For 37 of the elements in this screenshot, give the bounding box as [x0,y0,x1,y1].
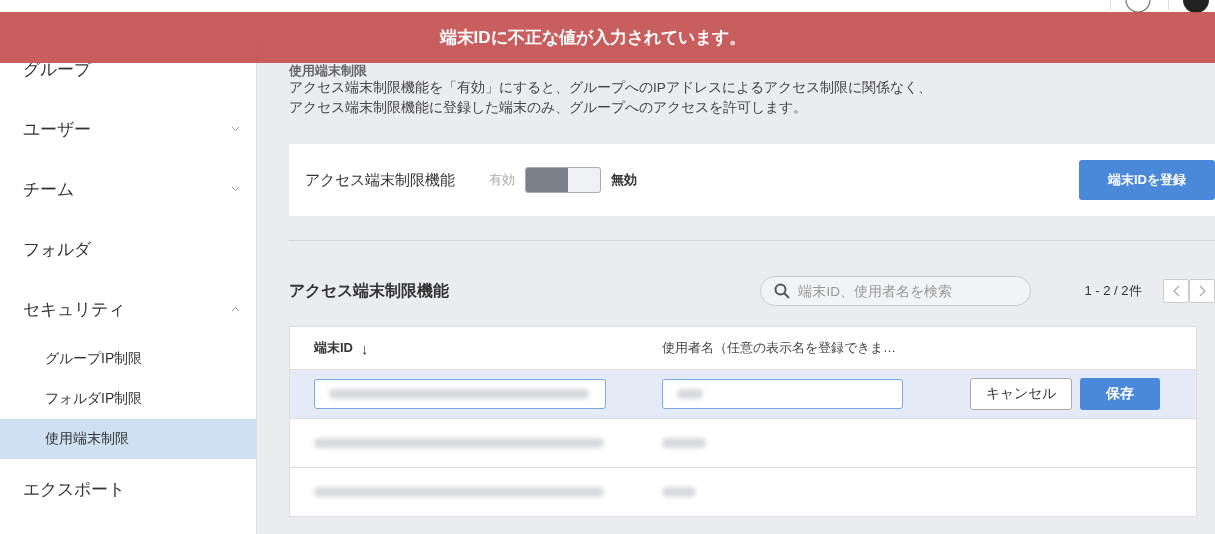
description-text: アクセス端末制限機能に登録した端末のみ、グループへのアクセスを許可します。 [289,99,808,117]
toggle-switch[interactable] [525,167,601,193]
off-label: 無効 [611,171,637,189]
register-button[interactable]: 端末IDを登録 [1079,160,1215,200]
user-name-input[interactable] [662,379,903,409]
cancel-button[interactable]: キャンセル [970,378,1072,410]
sidebar-item[interactable]: フォルダ [0,219,256,279]
page-heading: 使用端末制限 [289,64,368,78]
sort-arrow[interactable]: ↓ [361,339,369,357]
device-id-input[interactable] [314,379,606,409]
sidebar-item[interactable]: チーム [0,159,256,219]
sidebar-item[interactable]: セキュリティ [0,279,256,339]
save-button[interactable]: 保存 [1080,378,1160,410]
section-title: アクセス端末制限機能 [289,280,450,301]
error-message: 端末IDに不正な値が入力されています。 [439,27,746,49]
chevron-left-icon [1172,285,1180,297]
blurred-text [662,438,706,448]
blurred-text [677,389,703,399]
blurred-text [662,487,696,497]
sidebar-item[interactable]: エクスポート [0,459,256,519]
column-header[interactable]: 端末ID [314,339,353,357]
sidebar-subitem[interactable]: 使用端末制限 [0,419,256,459]
description-text: アクセス端末制限機能を「有効」にすると、グループへのIPアドレスによるアクセス制限に関係なく、 [289,79,933,97]
search-field[interactable]: 端末ID、使用者名を検索 [760,276,1032,306]
avatar-icon[interactable] [1182,0,1210,14]
previous-page-button[interactable] [1163,279,1189,303]
column-header: 使用者名（任意の表示名を登録できま… [662,339,896,357]
pagination-count: 1 - 2 / 2件 [1084,282,1143,300]
next-page-button[interactable] [1189,279,1215,303]
on-label: 有効 [489,171,515,189]
sidebar-subitem[interactable]: フォルダIP制限 [0,379,256,419]
sidebar-item[interactable]: ユーザー [0,99,256,159]
sidebar-subitem[interactable]: グループIP制限 [0,339,256,379]
help-icon[interactable] [1124,0,1152,14]
chevron-right-icon [1198,285,1206,297]
setting-label: アクセス端末制限機能 [305,170,455,190]
search-icon [774,283,791,299]
